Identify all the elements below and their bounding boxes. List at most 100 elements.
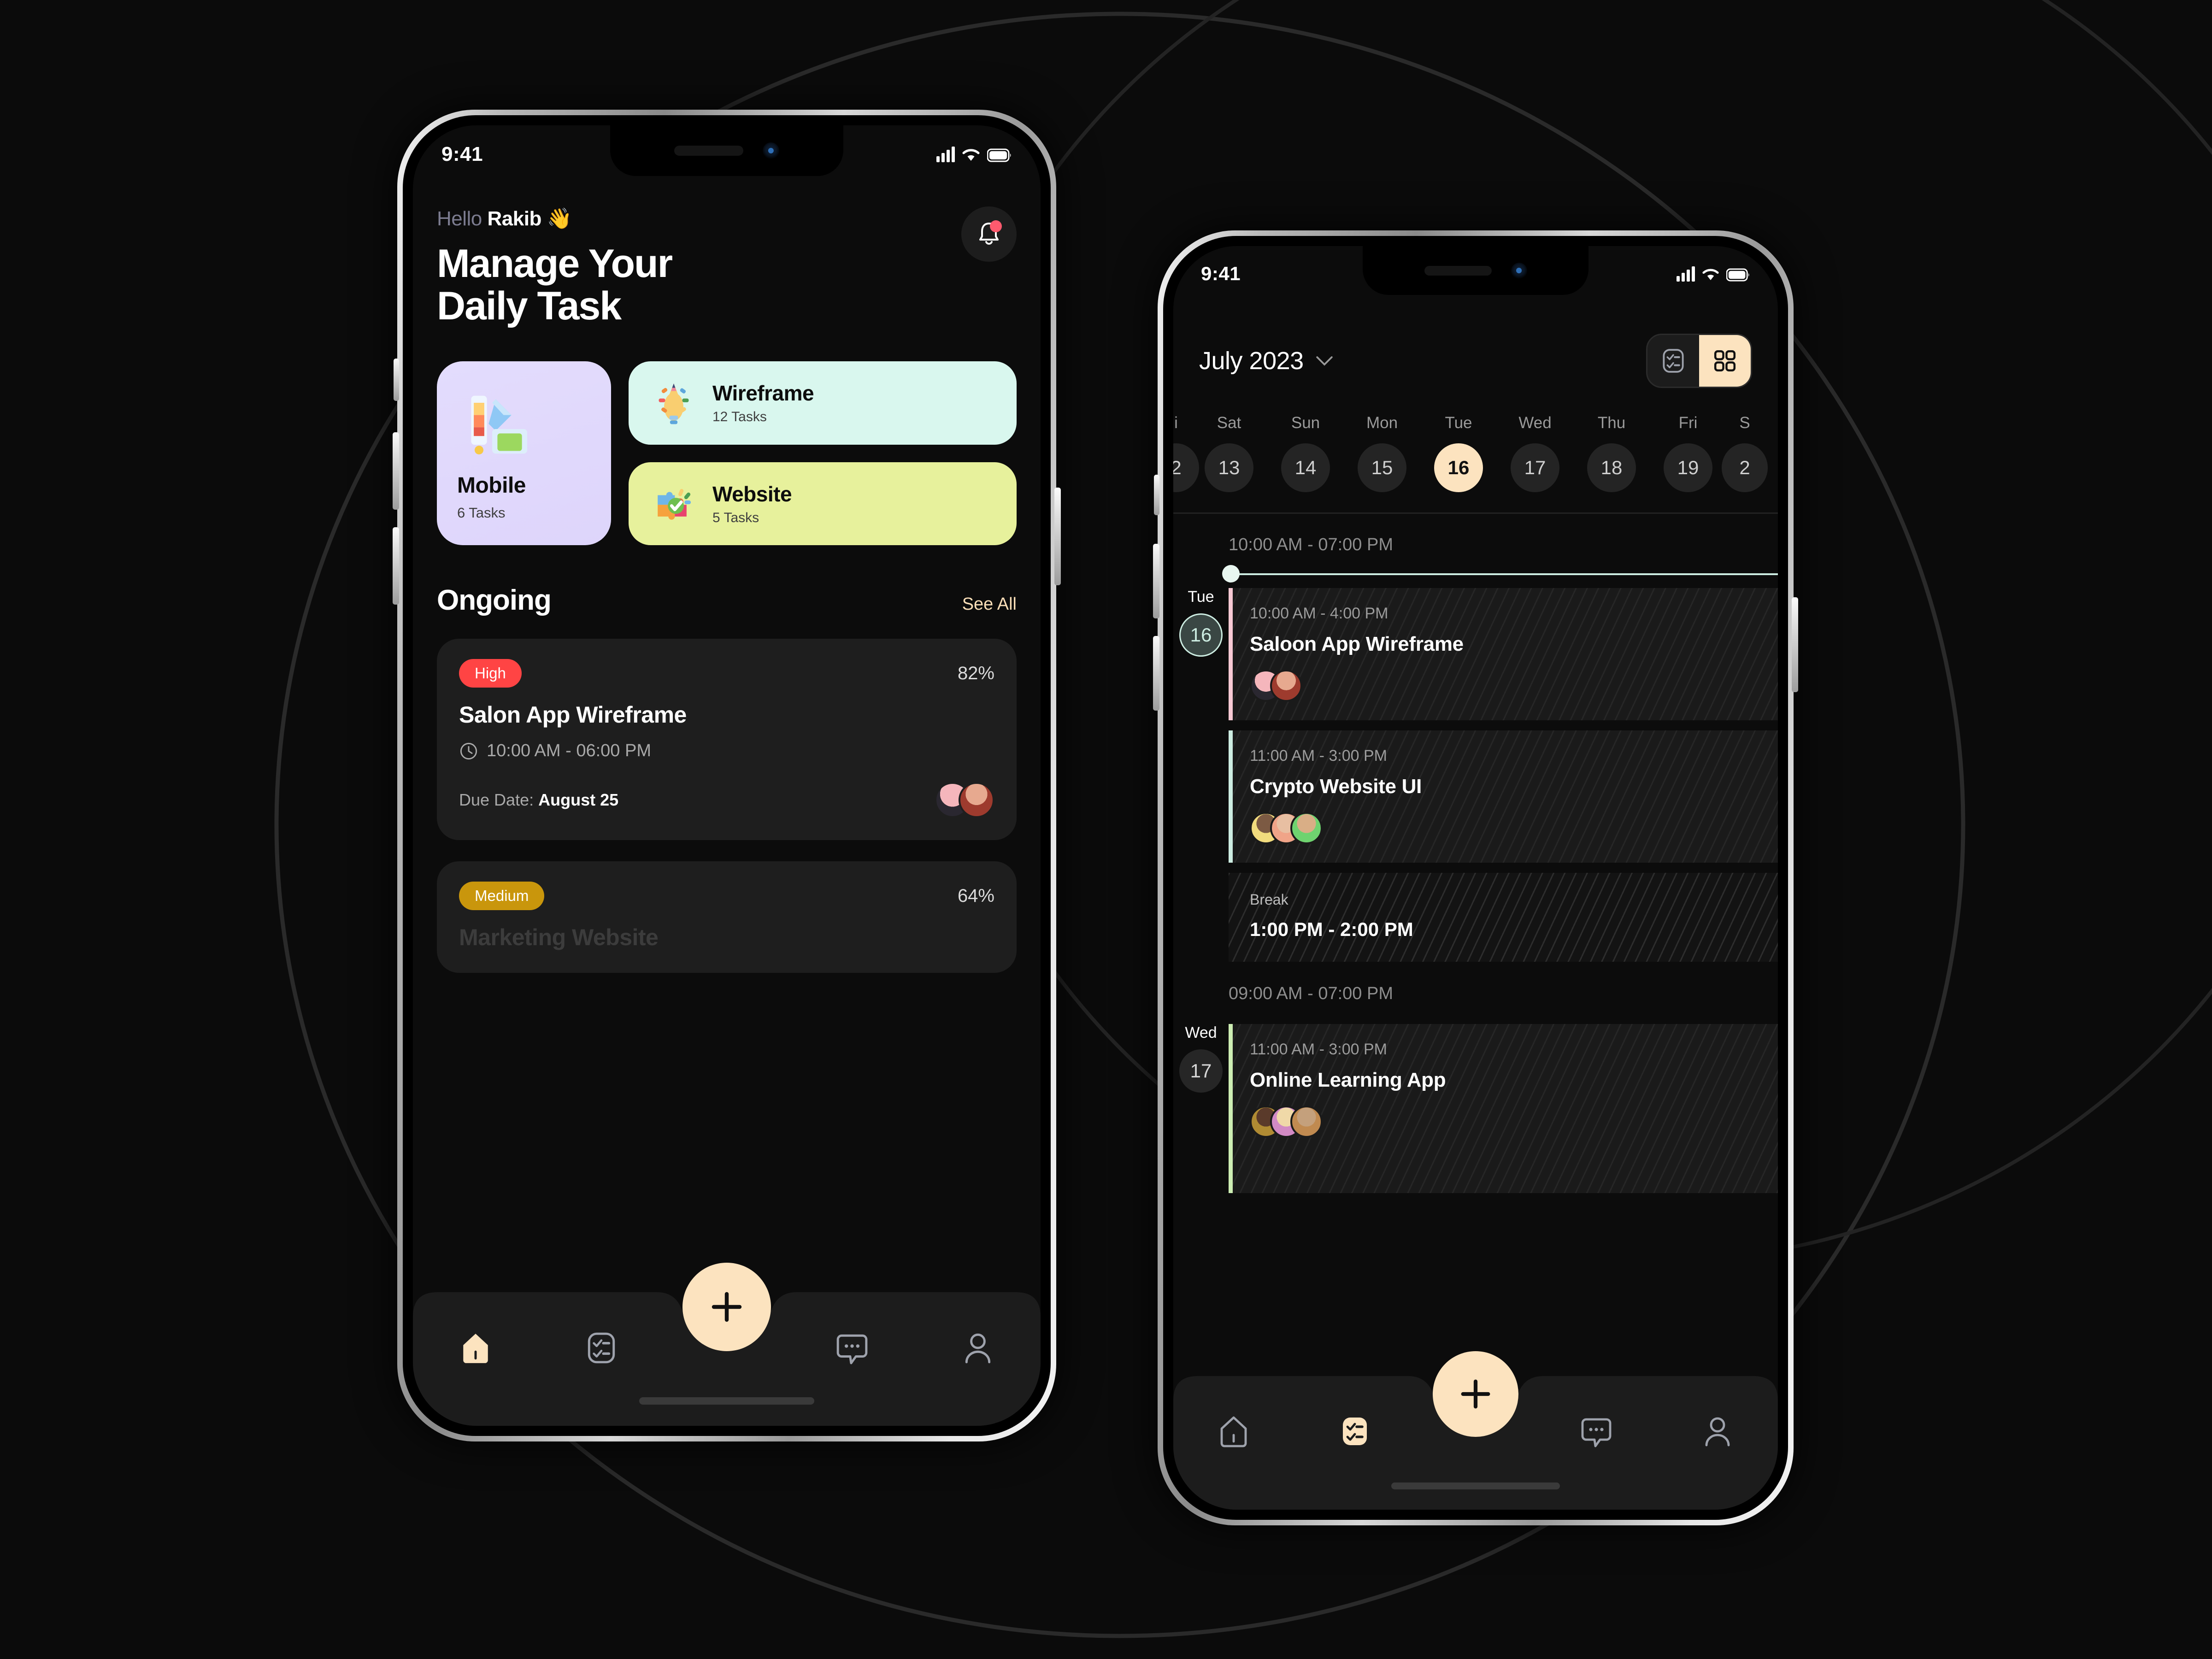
- front-camera-icon: [763, 142, 779, 159]
- phone1-volume-up-button[interactable]: [393, 432, 399, 510]
- phone2-volume-up-button[interactable]: [1153, 544, 1159, 618]
- avatar: [959, 782, 994, 818]
- priority-badge: High: [459, 659, 522, 688]
- date-cell[interactable]: Thu 18: [1573, 414, 1650, 492]
- date-cell-selected[interactable]: Tue 16: [1420, 414, 1497, 492]
- task-title: Marketing Website: [459, 924, 659, 951]
- date-number: 19: [1664, 443, 1712, 492]
- phone2-power-button[interactable]: [1792, 597, 1798, 692]
- date-cell[interactable]: Wed 17: [1497, 414, 1573, 492]
- page-title: Manage Your Daily Task: [437, 242, 673, 327]
- timeline-event-card[interactable]: 11:00 AM - 3:00 PM Online Learning App: [1229, 1024, 1778, 1193]
- task-title: Salon App Wireframe: [459, 702, 687, 728]
- tab-profile[interactable]: [915, 1331, 1041, 1365]
- phone2-header: July 2023: [1173, 334, 1778, 388]
- event-title: Online Learning App: [1250, 1069, 1446, 1091]
- event-assignee-avatars[interactable]: [1250, 670, 1759, 702]
- profile-icon: [965, 1333, 990, 1364]
- list-view-button[interactable]: [1647, 335, 1699, 387]
- task-card[interactable]: Medium 64% Marketing Website: [437, 861, 1017, 973]
- event-assignee-avatars[interactable]: [1250, 812, 1759, 844]
- tab-tasks[interactable]: [538, 1331, 664, 1365]
- plus-icon: [1461, 1379, 1490, 1409]
- date-cell[interactable]: i 2: [1173, 414, 1199, 492]
- date-dow: Sat: [1217, 414, 1241, 432]
- tasks-icon: [1342, 1418, 1367, 1445]
- wifi-icon: [962, 149, 980, 161]
- see-all-link[interactable]: See All: [962, 594, 1017, 614]
- lightbulb-pencil-icon: [659, 383, 689, 424]
- messages-icon: [837, 1334, 868, 1365]
- grid-view-button[interactable]: [1699, 335, 1751, 387]
- greeting-name: Rakib: [487, 207, 542, 230]
- phone2-mute-switch[interactable]: [1154, 475, 1159, 515]
- timeline-progress-line: [1222, 565, 1778, 582]
- avatar: [1290, 812, 1323, 844]
- phone2-volume-down-button[interactable]: [1153, 636, 1159, 711]
- phone1-volume-down-button[interactable]: [393, 527, 399, 605]
- event-time: 10:00 AM - 4:00 PM: [1250, 605, 1388, 622]
- tab-profile[interactable]: [1657, 1415, 1778, 1448]
- chevron-down-icon: [1316, 356, 1333, 366]
- front-camera-icon: [1511, 262, 1527, 279]
- date-cell[interactable]: Sun 14: [1267, 414, 1344, 492]
- category-task-count: 5 Tasks: [712, 510, 759, 525]
- clock-icon: [460, 742, 477, 759]
- timeline-line: [1229, 573, 1778, 575]
- category-card-mobile[interactable]: Mobile 6 Tasks: [437, 361, 611, 546]
- rail-day-name: Wed: [1185, 1024, 1217, 1041]
- notification-button[interactable]: [961, 206, 1017, 262]
- timeline-group-range: 10:00 AM - 07:00 PM: [1229, 535, 1393, 554]
- month-label: July 2023: [1199, 347, 1304, 375]
- tab-home[interactable]: [413, 1331, 538, 1365]
- add-task-button[interactable]: [682, 1263, 771, 1351]
- date-cell[interactable]: S 2: [1722, 414, 1768, 492]
- date-dow: Tue: [1445, 414, 1472, 432]
- timeline-group-range: 09:00 AM - 07:00 PM: [1229, 984, 1393, 1003]
- view-toggle[interactable]: [1646, 334, 1752, 388]
- event-accent-bar: [1229, 588, 1233, 720]
- phone1-screen: 9:41 Hello Rakib 👋 Manage Your Daily Tas…: [413, 125, 1041, 1426]
- tab-messages[interactable]: [789, 1331, 915, 1365]
- month-selector[interactable]: July 2023: [1199, 347, 1333, 375]
- event-time: 11:00 AM - 3:00 PM: [1250, 747, 1387, 765]
- tab-tasks[interactable]: [1294, 1415, 1415, 1448]
- rail-day-number: 16: [1179, 613, 1223, 657]
- task-card[interactable]: High 82% Salon App Wireframe 10:00 AM - …: [437, 639, 1017, 841]
- date-number: 16: [1434, 443, 1483, 492]
- rail-day-number: 17: [1179, 1049, 1223, 1093]
- tab-home[interactable]: [1173, 1415, 1294, 1448]
- phone-device-1: 9:41 Hello Rakib 👋 Manage Your Daily Tas…: [393, 110, 1061, 1441]
- date-dow: Mon: [1366, 414, 1398, 432]
- phone1-mute-switch[interactable]: [394, 359, 399, 401]
- event-accent-bar: [1229, 730, 1233, 863]
- date-cell[interactable]: Sat 13: [1191, 414, 1267, 492]
- due-date-label: Due Date:: [459, 790, 534, 810]
- task-assignee-avatars[interactable]: [935, 782, 994, 818]
- date-number: 15: [1358, 443, 1406, 492]
- phone1-power-button[interactable]: [1054, 488, 1061, 585]
- add-task-button[interactable]: [1433, 1351, 1518, 1437]
- home-indicator: [1391, 1483, 1560, 1489]
- event-assignee-avatars[interactable]: [1250, 1106, 1759, 1138]
- timeline-event-card[interactable]: 10:00 AM - 4:00 PM Saloon App Wireframe: [1229, 588, 1778, 720]
- profile-icon: [1705, 1417, 1730, 1447]
- timeline-group: Wed 17 11:00 AM - 3:00 PM Online Learnin…: [1173, 1024, 1778, 1193]
- ongoing-section-header: Ongoing See All: [437, 584, 1017, 617]
- wave-emoji-icon: 👋: [547, 207, 572, 230]
- category-card-website[interactable]: Website 5 Tasks: [629, 462, 1017, 546]
- battery-icon: [987, 148, 1011, 162]
- break-label: Break: [1250, 891, 1288, 908]
- phone1-header: Hello Rakib 👋 Manage Your Daily Task: [437, 206, 1017, 327]
- rail-day-name: Tue: [1188, 588, 1214, 606]
- category-card-wireframe[interactable]: Wireframe 12 Tasks: [629, 361, 1017, 445]
- category-name: Wireframe: [712, 381, 814, 406]
- date-cell[interactable]: Fri 19: [1650, 414, 1726, 492]
- timeline-break-card[interactable]: Break 1:00 PM - 2:00 PM: [1229, 873, 1778, 962]
- date-cell[interactable]: Mon 15: [1344, 414, 1420, 492]
- home-indicator: [639, 1397, 814, 1405]
- date-strip[interactable]: i 2 Sat 13 Sun 14 Mon 15 Tue 16 Wed 17 T…: [1173, 414, 1778, 492]
- tab-messages[interactable]: [1536, 1415, 1657, 1448]
- task-time-range: 10:00 AM - 06:00 PM: [487, 741, 651, 761]
- timeline-event-card[interactable]: 11:00 AM - 3:00 PM Crypto Website UI: [1229, 730, 1778, 863]
